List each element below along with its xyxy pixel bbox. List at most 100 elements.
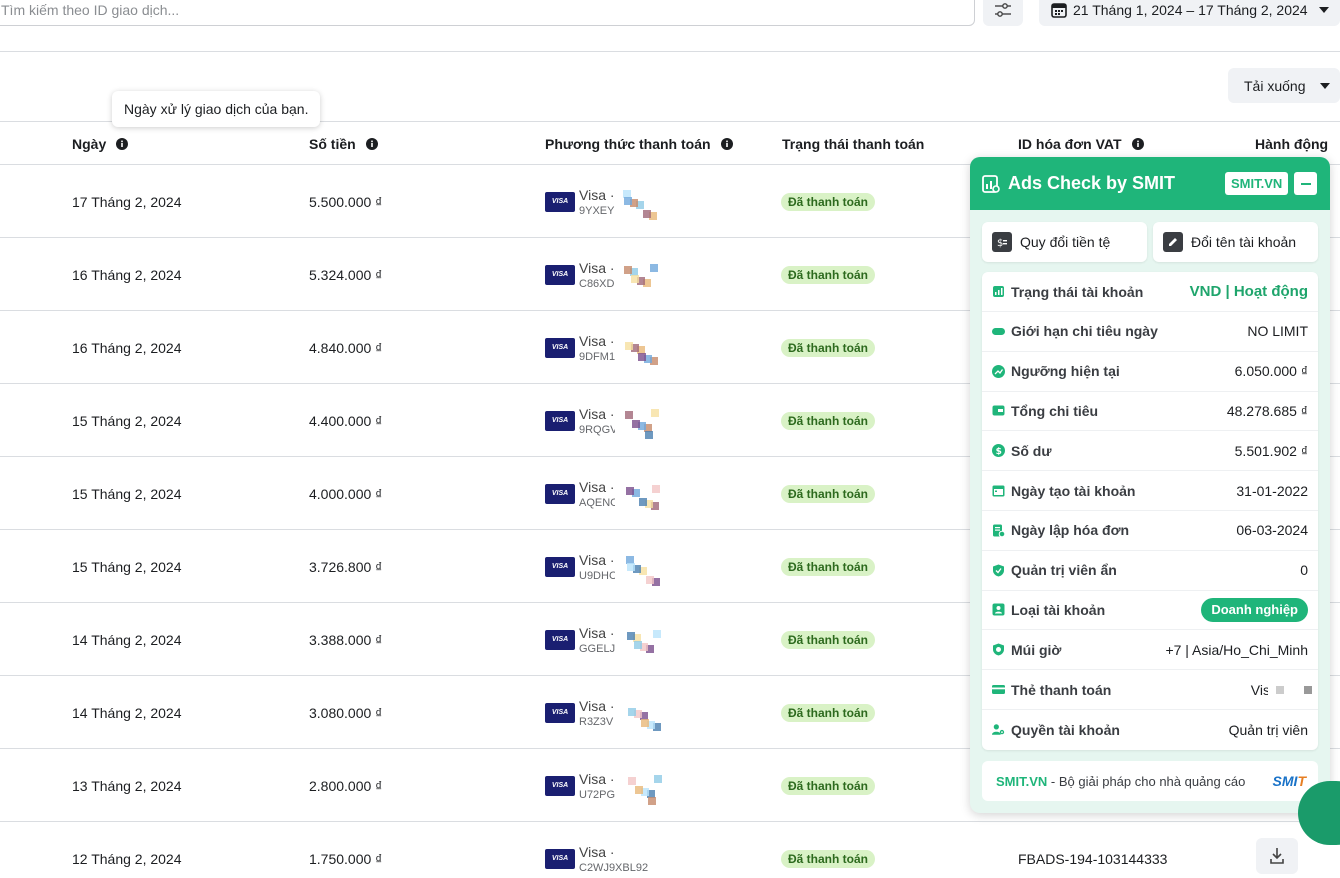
user-gear-icon bbox=[992, 723, 1005, 736]
table-row[interactable]: 12 Tháng 2, 2024 1.750.000 ₫ VISA Visa · C2W… bbox=[0, 822, 1340, 878]
header-status[interactable]: Trạng thái thanh toán bbox=[782, 122, 924, 166]
info-icon[interactable] bbox=[720, 138, 733, 150]
account-info-item: Loại tài khoản Doanh nghiệp bbox=[982, 590, 1318, 631]
account-info-item: Trạng thái tài khoản VND | Hoạt động bbox=[982, 272, 1318, 312]
header-method[interactable]: Phương thức thanh toán bbox=[545, 122, 733, 166]
account-info-value: 06-03-2024 bbox=[1236, 522, 1308, 539]
status-badge: Đã thanh toán bbox=[781, 339, 875, 357]
wallet-icon bbox=[992, 404, 1005, 417]
row-payment-method: VISA Visa · AQENC bbox=[545, 457, 618, 530]
account-info-label: Số dư bbox=[1011, 442, 1052, 459]
account-info-item: Tổng chi tiêu 48.278.685 ₫ bbox=[982, 391, 1318, 432]
row-amount: 5.324.000 ₫ bbox=[309, 266, 383, 283]
row-payment-method: VISA Visa · R3Z3V bbox=[545, 676, 615, 749]
status-badge: Đã thanh toán bbox=[781, 777, 875, 795]
account-info-label: Ngày tạo tài khoản bbox=[1011, 482, 1136, 499]
currency-icon: $ bbox=[992, 232, 1012, 252]
account-info-value: 6.050.000 ₫ bbox=[1234, 363, 1308, 380]
convert-currency-label: Quy đổi tiền tệ bbox=[1020, 234, 1111, 250]
divider bbox=[0, 51, 1340, 52]
tooltip: Ngày xử lý giao dịch của bạn. bbox=[112, 91, 321, 127]
tooltip-text: Ngày xử lý giao dịch của bạn. bbox=[124, 101, 309, 117]
card-code: U72PG bbox=[579, 788, 616, 801]
row-payment-method: VISA Visa · 9DFM1 bbox=[545, 311, 615, 384]
smit-link[interactable]: SMIT.VN bbox=[1225, 172, 1289, 195]
account-info-label: Giới hạn chi tiêu ngày bbox=[1011, 323, 1158, 340]
info-icon[interactable] bbox=[116, 138, 129, 150]
status-badge: Đã thanh toán bbox=[781, 412, 875, 430]
limit-icon bbox=[992, 325, 1005, 338]
redaction-mask bbox=[615, 693, 670, 733]
header-action-label: Hành động bbox=[1255, 136, 1329, 152]
minus-icon bbox=[1300, 182, 1311, 185]
account-info-label: Múi giờ bbox=[1011, 641, 1062, 658]
trend-icon bbox=[992, 364, 1005, 378]
card-name: Visa · bbox=[579, 332, 615, 349]
account-info-label: Thẻ thanh toán bbox=[1011, 681, 1112, 698]
status-badge: Đã thanh toán bbox=[781, 193, 875, 211]
logo-main: SMI bbox=[1272, 773, 1298, 789]
footer-brand[interactable]: SMIT.VN bbox=[996, 774, 1047, 789]
download-invoice-button[interactable] bbox=[1256, 838, 1298, 874]
search-input[interactable] bbox=[0, 0, 974, 25]
filter-button[interactable] bbox=[983, 0, 1023, 26]
edit-icon bbox=[1163, 232, 1183, 252]
calendar-icon bbox=[1051, 2, 1067, 18]
account-info-value: +7 | Asia/Ho_Chi_Minh bbox=[1165, 641, 1308, 658]
status-badge: Đã thanh toán bbox=[781, 266, 875, 284]
row-amount: 4.000.000 ₫ bbox=[309, 485, 383, 502]
row-amount: 4.840.000 ₫ bbox=[309, 339, 383, 356]
row-date: 16 Tháng 2, 2024 bbox=[72, 266, 182, 283]
report-icon bbox=[982, 175, 1000, 193]
redaction-mask bbox=[656, 839, 670, 878]
card-name: Visa · bbox=[579, 551, 615, 568]
row-date: 14 Tháng 2, 2024 bbox=[72, 631, 182, 648]
sliders-icon bbox=[995, 3, 1011, 17]
card-code: 9YXEY bbox=[579, 204, 615, 217]
account-info-label: Loại tài khoản bbox=[1011, 601, 1106, 618]
footer-text: - Bộ giải pháp cho nhà quảng cáo bbox=[1047, 773, 1246, 789]
account-info-item: $ Số dư 5.501.902 ₫ bbox=[982, 431, 1318, 472]
row-date: 17 Tháng 2, 2024 bbox=[72, 193, 182, 210]
download-button[interactable]: Tải xuống bbox=[1228, 68, 1340, 103]
visa-card-icon: VISA bbox=[545, 337, 575, 358]
caret-down-icon bbox=[1319, 82, 1331, 90]
date-range-label: 21 Tháng 1, 2024 – 17 Tháng 2, 2024 bbox=[1073, 2, 1308, 18]
rename-account-button[interactable]: Đổi tên tài khoản bbox=[1153, 222, 1318, 262]
redaction-mask bbox=[615, 182, 670, 222]
card-name: Visa · bbox=[579, 259, 615, 276]
header-date[interactable]: Ngày bbox=[72, 122, 129, 166]
card-code: AQENC bbox=[579, 496, 619, 509]
info-icon[interactable] bbox=[365, 138, 378, 150]
download-label: Tải xuống bbox=[1244, 77, 1306, 94]
redaction-mask bbox=[615, 620, 670, 660]
rename-account-label: Đổi tên tài khoản bbox=[1191, 234, 1297, 250]
header-status-label: Trạng thái thanh toán bbox=[782, 136, 925, 152]
user-card-icon bbox=[992, 603, 1005, 616]
caret-down-icon bbox=[1318, 6, 1330, 14]
account-info-item: Ngày lập hóa đơn 06-03-2024 bbox=[982, 511, 1318, 551]
account-info-item: Giới hạn chi tiêu ngày NO LIMIT bbox=[982, 312, 1318, 352]
calendar-icon bbox=[992, 484, 1005, 497]
row-amount: 3.388.000 ₫ bbox=[309, 631, 383, 648]
account-info-value: 31-01-2022 bbox=[1236, 482, 1308, 499]
account-info-value: 48.278.685 ₫ bbox=[1226, 402, 1308, 419]
account-info-item: Quyền tài khoản Quản trị viên bbox=[982, 710, 1318, 750]
account-info-list: Trạng thái tài khoản VND | Hoạt động Giới … bbox=[982, 272, 1318, 750]
row-amount: 4.400.000 ₫ bbox=[309, 412, 383, 429]
convert-currency-button[interactable]: $ Quy đổi tiền tệ bbox=[982, 222, 1147, 262]
header-date-label: Ngày bbox=[72, 136, 107, 152]
page: 21 Tháng 1, 2024 – 17 Tháng 2, 2024 Tải … bbox=[0, 0, 1340, 878]
card-code: 9DFM1 bbox=[579, 350, 616, 363]
date-range-picker[interactable]: 21 Tháng 1, 2024 – 17 Tháng 2, 2024 bbox=[1039, 0, 1340, 26]
header-amount[interactable]: Số tiền bbox=[309, 122, 378, 166]
minimize-button[interactable] bbox=[1294, 172, 1317, 195]
card-name: Visa · bbox=[579, 843, 615, 860]
account-info-label: Tổng chi tiêu bbox=[1011, 402, 1099, 419]
account-info-value: Quản trị viên bbox=[1228, 721, 1308, 738]
smit-logo: SMIT bbox=[1273, 773, 1306, 789]
download-icon bbox=[1270, 848, 1284, 864]
info-icon[interactable] bbox=[1131, 138, 1144, 150]
search-box[interactable] bbox=[0, 0, 975, 26]
row-date: 12 Tháng 2, 2024 bbox=[72, 850, 182, 867]
